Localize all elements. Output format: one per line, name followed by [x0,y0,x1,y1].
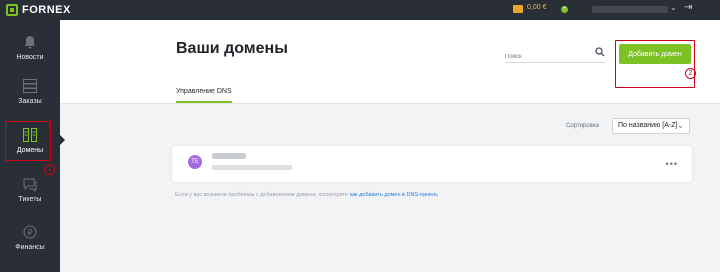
sidebar-item-tickets[interactable]: Тикеты [0,170,60,216]
domain-name[interactable] [212,153,246,159]
sidebar-item-label: Заказы [18,98,42,105]
sidebar-item-label: Новости [16,54,44,61]
annotation-badge: 1 [44,164,55,175]
more-icon[interactable]: ••• [666,159,678,169]
chevron-down-icon: ⌄ [677,121,684,130]
sidebar-item-news[interactable]: Новости [0,28,60,74]
hint-link[interactable]: как добавить домен в DNS-панель [350,192,438,198]
topbar: FORNEX 0,00 € + ⌄ ⇥ [0,0,720,20]
add-domain-button[interactable]: Добавить домен [619,44,691,64]
search-input[interactable] [505,49,587,65]
sidebar-item-finance[interactable]: ₽ Финансы [0,218,60,264]
page-header: Ваши домены Добавить домен 2 Управление … [60,20,720,104]
sidebar-item-label: Финансы [15,244,45,251]
tab-dns-management[interactable]: Управление DNS [176,88,232,103]
active-indicator [60,135,65,145]
balance[interactable]: 0,00 € [527,4,546,11]
account-email[interactable] [592,6,668,13]
wallet-icon: ₽ [22,224,38,240]
sort-selected-value: По названию [A-Z] [618,122,678,129]
chevron-down-icon[interactable]: ⌄ [670,3,677,12]
annotation-highlight-domains [5,121,51,161]
search-field [505,45,605,65]
page-title: Ваши домены [176,40,288,57]
help-hint: Если у вас возникли проблемы с добавлени… [175,192,438,198]
annotation-badge: 2 [685,68,696,79]
fornex-logo-icon [6,4,18,16]
sort-select[interactable]: По названию [A-Z] ⌄ [612,118,690,134]
sidebar-item-label: Тикеты [18,196,42,203]
sidebar-item-orders[interactable]: Заказы [0,72,60,118]
chat-icon [22,176,38,193]
logout-icon[interactable]: ⇥ [684,2,692,13]
avatar: TE [188,155,202,169]
domain-details [212,165,292,170]
sort-label: Сортировка [566,123,599,129]
brand-name: FORNEX [22,4,71,16]
wallet-icon[interactable] [513,5,523,13]
svg-text:₽: ₽ [27,228,32,237]
server-icon [22,78,38,94]
bell-icon [22,34,38,50]
hint-text: Если у вас возникли проблемы с добавлени… [175,192,349,198]
plus-icon[interactable]: + [561,6,568,13]
domain-card[interactable]: TE ••• [172,146,692,182]
logo[interactable]: FORNEX [6,3,71,17]
search-icon[interactable] [595,47,605,57]
